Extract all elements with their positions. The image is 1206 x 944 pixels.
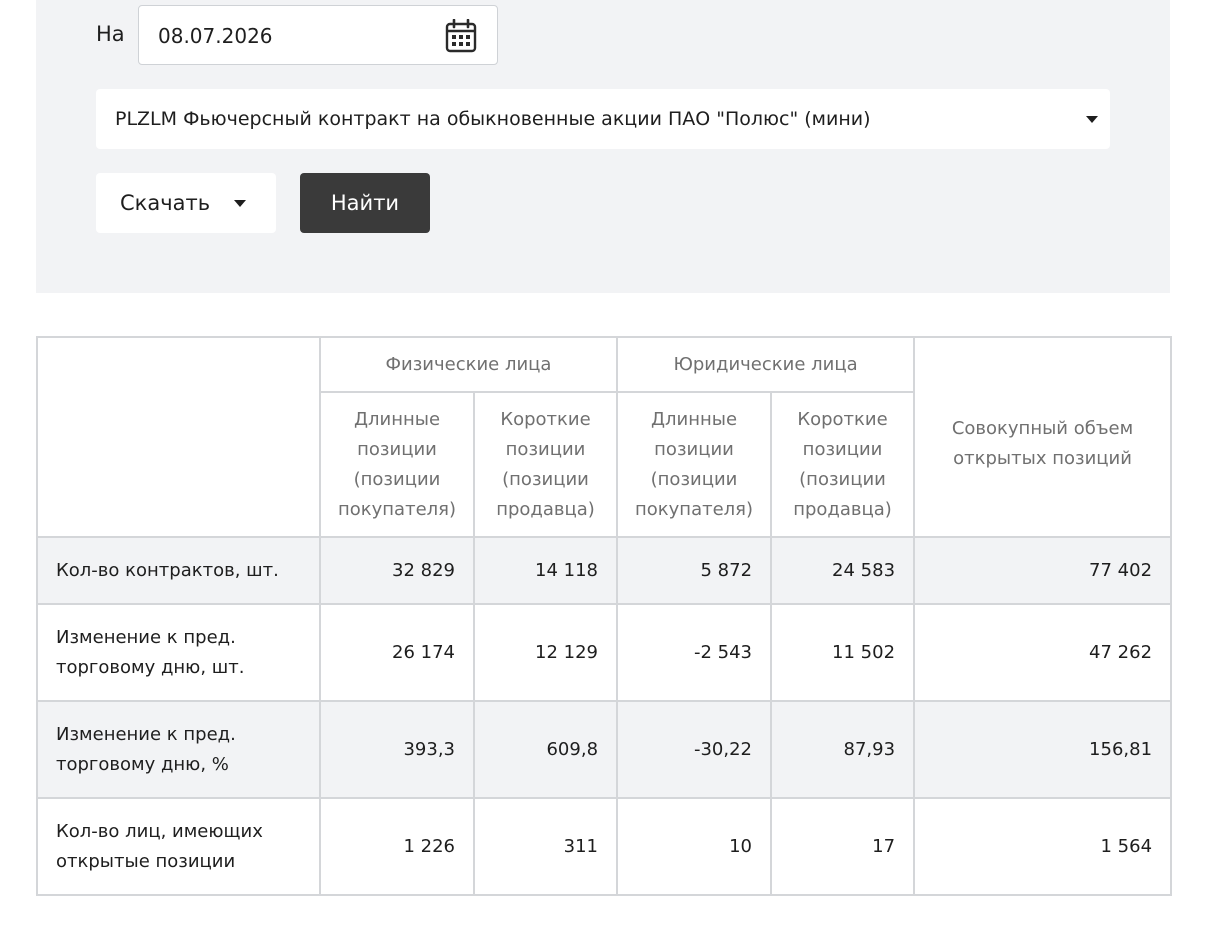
cell-legal-short: 11 502 (770, 603, 916, 702)
cell-individuals-short: 311 (472, 797, 619, 896)
header-individuals-short: Короткие позиции (позиции продавца) (472, 391, 619, 538)
header-individuals-long: Длинные позиции (позиции покупателя) (319, 391, 475, 538)
calendar-icon[interactable] (445, 19, 477, 53)
cell-total: 47 262 (913, 603, 1173, 702)
find-button[interactable]: Найти (300, 173, 430, 233)
row-label: Кол-во контрактов, шт. (36, 536, 321, 605)
cell-legal-short: 17 (770, 797, 916, 896)
table-row: Изменение к пред. торговому дню, % 393,3… (36, 700, 1173, 799)
open-positions-table: Физические лица Юридические лица Совокуп… (36, 336, 1173, 896)
instrument-select[interactable]: PLZLM Фьючерсный контракт на обыкновенны… (96, 89, 1110, 149)
filter-panel: На 08.07.2026 PLZLM Фьючерсный контракт … (36, 0, 1170, 293)
row-label: Изменение к пред. торговому дню, шт. (36, 603, 321, 702)
cell-total: 156,81 (913, 700, 1173, 799)
cell-individuals-long: 32 829 (319, 536, 475, 605)
chevron-down-icon[interactable] (234, 200, 246, 207)
header-legal-short: Короткие позиции (позиции продавца) (770, 391, 916, 538)
table-row: Кол-во контрактов, шт. 32 829 14 118 5 8… (36, 536, 1173, 605)
table-row: Кол-во лиц, имеющих открытые позиции 1 2… (36, 797, 1173, 896)
header-legal-long: Длинные позиции (позиции покупателя) (616, 391, 773, 538)
cell-individuals-long: 26 174 (319, 603, 475, 702)
cell-legal-long: -30,22 (616, 700, 773, 799)
instrument-value[interactable]: PLZLM Фьючерсный контракт на обыкновенны… (115, 108, 871, 130)
cell-legal-long: -2 543 (616, 603, 773, 702)
table-row: Изменение к пред. торговому дню, шт. 26 … (36, 603, 1173, 702)
header-individuals: Физические лица (318, 336, 619, 393)
cell-total: 1 564 (913, 797, 1173, 896)
cell-legal-short: 24 583 (770, 536, 916, 605)
download-label[interactable]: Скачать (120, 191, 210, 215)
cell-legal-long: 10 (616, 797, 773, 896)
header-legal-entities: Юридические лица (616, 336, 916, 393)
cell-total: 77 402 (913, 536, 1173, 605)
header-total-open-interest: Совокупный объем открытых позиций (913, 336, 1173, 538)
header-corner (36, 336, 321, 538)
row-label: Кол-во лиц, имеющих открытые позиции (36, 797, 321, 896)
cell-individuals-short: 14 118 (472, 536, 619, 605)
download-button[interactable]: Скачать (96, 173, 276, 233)
cell-individuals-long: 393,3 (319, 700, 475, 799)
cell-individuals-short: 12 129 (472, 603, 619, 702)
cell-legal-short: 87,93 (770, 700, 916, 799)
date-input[interactable]: 08.07.2026 (138, 5, 498, 65)
chevron-down-icon[interactable] (1086, 116, 1098, 123)
cell-legal-long: 5 872 (616, 536, 773, 605)
cell-individuals-short: 609,8 (472, 700, 619, 799)
date-label: На (96, 22, 125, 46)
cell-individuals-long: 1 226 (319, 797, 475, 896)
date-value[interactable]: 08.07.2026 (158, 24, 273, 48)
row-label: Изменение к пред. торговому дню, % (36, 700, 321, 799)
